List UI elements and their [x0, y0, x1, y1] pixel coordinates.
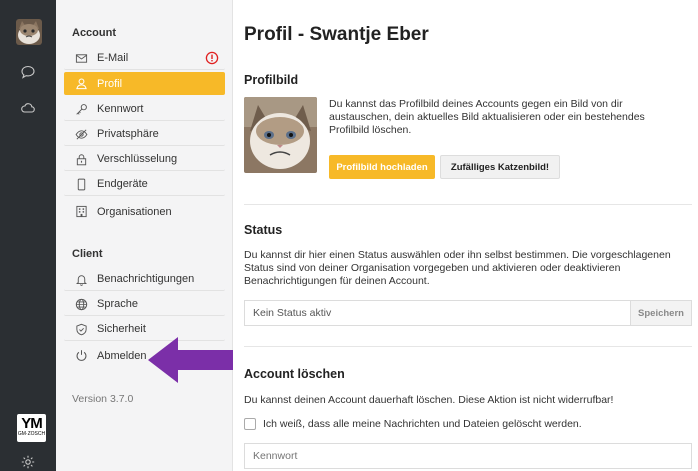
account-heading: Account	[72, 27, 116, 39]
menu-item-privatsphaere[interactable]: Privatsphäre	[64, 123, 225, 146]
menu-item-benachrichtigungen[interactable]: Benachrichtigungen	[64, 268, 225, 291]
annotation-arrow	[148, 337, 236, 383]
app-rail: YM GM·ZOSCH	[0, 0, 56, 471]
menu-item-label: Sicherheit	[97, 323, 146, 335]
menu-item-label: Kennwort	[97, 103, 144, 115]
profile-page: Profil - Swantje Eber Profilbild Du kann…	[233, 0, 698, 471]
device-icon	[74, 177, 88, 191]
menu-item-label: Organisationen	[97, 205, 172, 218]
menu-item-sprache[interactable]: Sprache	[64, 293, 225, 316]
lock-icon	[74, 152, 88, 166]
key-icon	[74, 102, 88, 116]
password-field[interactable]	[244, 443, 692, 469]
section-divider	[244, 346, 692, 347]
user-icon	[74, 77, 88, 91]
power-icon	[74, 349, 88, 363]
mail-icon	[74, 51, 88, 65]
menu-item-label: E-Mail	[97, 52, 129, 64]
menu-item-label: Benachrichtigungen	[97, 273, 195, 285]
menu-item-label: Endgeräte	[97, 178, 148, 190]
menu-item-organisationen[interactable]: Organisationen	[64, 200, 225, 223]
version-label: Version 3.7.0	[72, 393, 134, 405]
bell-icon	[74, 272, 88, 286]
random-cat-picture-button[interactable]: Zufälliges Katzenbild!	[440, 155, 560, 179]
profile-picture-heading: Profilbild	[244, 73, 299, 87]
chat-bubble-icon[interactable]	[18, 62, 38, 82]
menu-item-verschluesselung[interactable]: Verschlüsselung	[64, 148, 225, 171]
globe-icon	[74, 297, 88, 311]
status-heading: Status	[244, 223, 283, 237]
logo-subtext: GM·ZOSCH	[17, 431, 46, 437]
settings-menu: Account E-Mail Profil Kennwort Privatsph…	[56, 0, 233, 471]
confirm-delete-checkbox[interactable]	[244, 418, 256, 430]
menu-item-label: Abmelden	[97, 349, 147, 362]
menu-item-label: Sprache	[97, 298, 138, 310]
delete-account-heading: Account löschen	[244, 367, 345, 381]
delete-account-description: Du kannst deinen Account dauerhaft lösch…	[244, 394, 614, 406]
shield-icon	[74, 322, 88, 336]
client-heading: Client	[72, 248, 103, 260]
menu-item-endgeraete[interactable]: Endgeräte	[64, 173, 225, 196]
upload-profile-picture-button[interactable]: Profilbild hochladen	[329, 155, 435, 179]
status-save-button[interactable]: Speichern	[630, 300, 692, 326]
confirm-delete-label[interactable]: Ich weiß, dass alle meine Nachrichten un…	[263, 418, 582, 430]
profile-picture	[244, 97, 317, 173]
settings-gear-icon[interactable]	[18, 452, 38, 471]
alert-icon	[205, 51, 219, 65]
status-input[interactable]	[244, 300, 630, 326]
menu-item-email[interactable]: E-Mail	[64, 47, 225, 70]
menu-item-label: Verschlüsselung	[97, 153, 178, 165]
organization-logo: YM GM·ZOSCH	[17, 414, 46, 442]
building-icon	[74, 205, 88, 219]
logo-text: YM	[21, 415, 43, 432]
page-title: Profil - Swantje Eber	[244, 24, 429, 45]
section-divider	[244, 204, 692, 205]
menu-item-label: Privatsphäre	[97, 128, 159, 140]
profile-picture-description: Du kannst das Profilbild deines Accounts…	[329, 98, 645, 136]
menu-item-label: Profil	[97, 77, 123, 90]
cloud-icon[interactable]	[18, 98, 38, 118]
menu-item-kennwort[interactable]: Kennwort	[64, 98, 225, 121]
status-description: Du kannst dir hier einen Status auswähle…	[244, 249, 671, 287]
eye-slash-icon	[74, 127, 88, 141]
user-avatar[interactable]	[16, 19, 42, 45]
menu-item-profil[interactable]: Profil	[64, 72, 225, 95]
